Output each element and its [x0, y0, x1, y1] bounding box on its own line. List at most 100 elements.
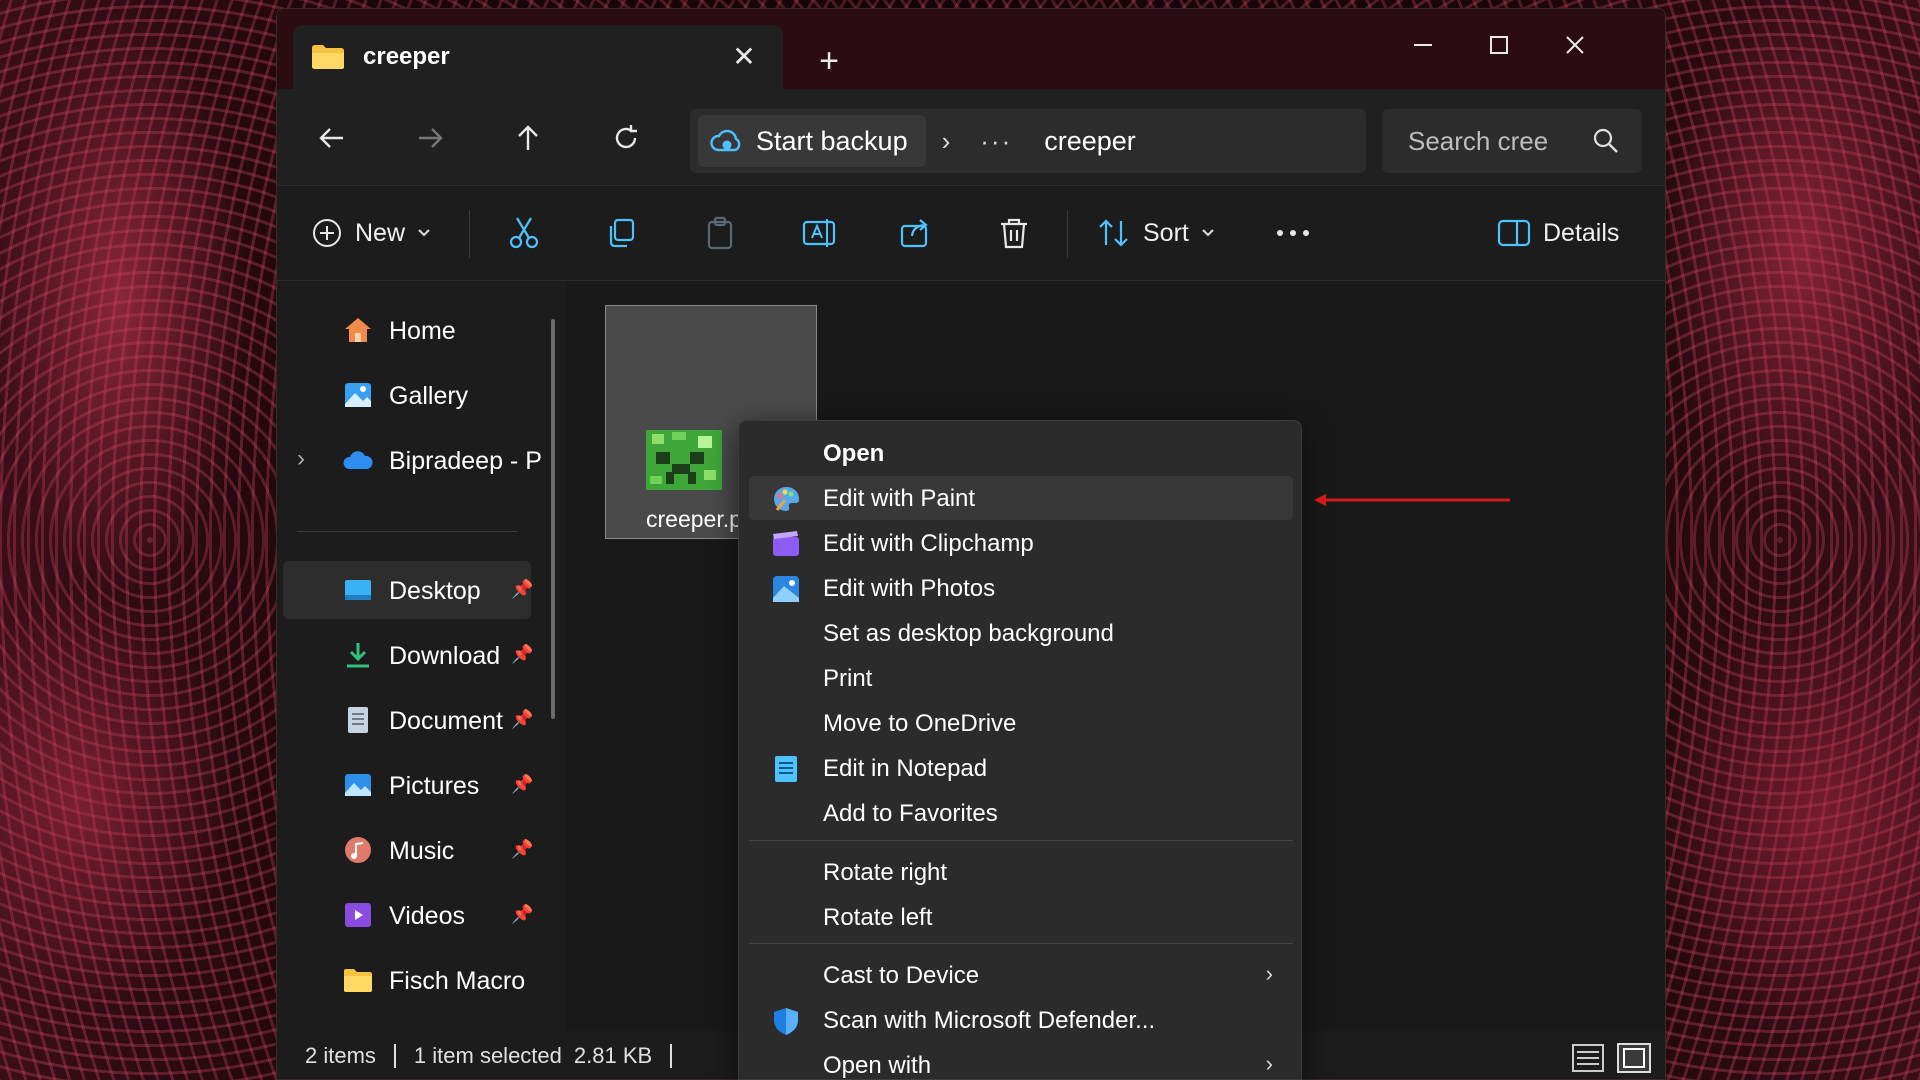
- menu-item-label: Edit with Paint: [823, 485, 976, 512]
- menu-item-open[interactable]: Open: [749, 431, 1293, 475]
- sidebar-item-pictures[interactable]: Pictures 📌: [283, 756, 533, 814]
- cloud-backup-icon: [710, 129, 741, 152]
- search-placeholder: Search cree: [1408, 125, 1549, 156]
- pin-icon[interactable]: 📌: [511, 644, 533, 665]
- back-button[interactable]: [307, 113, 357, 163]
- sidebar-item-label: Fisch Macro: [389, 967, 526, 995]
- menu-item-label: Move to OneDrive: [823, 710, 1017, 737]
- details-view-icon[interactable]: [1571, 1043, 1605, 1073]
- status-divider: [670, 1044, 673, 1068]
- details-pane-button[interactable]: Details: [1497, 208, 1619, 258]
- delete-button[interactable]: [997, 208, 1031, 258]
- pin-icon[interactable]: 📌: [511, 904, 533, 925]
- minimize-button[interactable]: [1393, 23, 1453, 67]
- large-icons-view-icon[interactable]: [1617, 1043, 1651, 1073]
- chevron-right-icon: ›: [1265, 1051, 1273, 1076]
- status-divider: [393, 1044, 396, 1068]
- more-options-button[interactable]: [1275, 208, 1311, 258]
- music-icon: [345, 837, 371, 863]
- address-bar[interactable]: Start backup › ··· creeper: [690, 109, 1366, 173]
- menu-item-label: Add to Favorites: [823, 800, 998, 827]
- videos-icon: [345, 903, 371, 927]
- copy-button[interactable]: [605, 208, 639, 258]
- pin-icon[interactable]: 📌: [511, 839, 533, 860]
- menu-item-label: Set as desktop background: [823, 620, 1114, 647]
- details-label: Details: [1543, 218, 1620, 247]
- start-backup-label: Start backup: [756, 125, 908, 156]
- context-menu: Open Edit with Paint Edit with Clipchamp…: [738, 420, 1302, 1080]
- menu-item-label: Open with: [823, 1052, 932, 1079]
- item-count: 2 items: [305, 1043, 376, 1068]
- rename-button[interactable]: [801, 208, 837, 258]
- start-backup-button[interactable]: Start backup: [698, 115, 926, 167]
- menu-item-label: Scan with Microsoft Defender...: [823, 1007, 1156, 1034]
- pin-icon[interactable]: 📌: [511, 579, 533, 600]
- menu-item-label: Edit in Notepad: [823, 755, 988, 782]
- chevron-down-icon: [1202, 229, 1214, 237]
- refresh-button[interactable]: [601, 113, 651, 163]
- paste-button[interactable]: [703, 208, 737, 258]
- sidebar-item-label: Videos: [389, 902, 465, 930]
- sidebar-item-music[interactable]: Music 📌: [283, 821, 533, 879]
- menu-item-label: Rotate right: [823, 859, 948, 886]
- menu-item-rotate-right[interactable]: Rotate right: [749, 850, 1293, 894]
- menu-item-edit-with-clipchamp[interactable]: Edit with Clipchamp: [749, 521, 1293, 565]
- title-bar: creeper ✕ +: [277, 9, 1665, 89]
- sidebar-item-onedrive[interactable]: › Bipradeep - P: [283, 431, 542, 489]
- annotation-arrow-icon: [1314, 494, 1510, 506]
- pin-icon[interactable]: 📌: [511, 774, 533, 795]
- tab-creeper[interactable]: creeper ✕: [293, 25, 783, 89]
- menu-item-scan-with-defender[interactable]: Scan with Microsoft Defender...: [749, 998, 1293, 1042]
- up-button[interactable]: [503, 113, 553, 163]
- sort-button[interactable]: Sort: [1097, 208, 1215, 258]
- sidebar-scrollbar[interactable]: [551, 319, 555, 719]
- menu-item-edit-with-paint[interactable]: Edit with Paint: [749, 476, 1293, 520]
- cut-button[interactable]: [507, 208, 541, 258]
- menu-item-open-with[interactable]: Open with ›: [749, 1043, 1293, 1080]
- close-window-button[interactable]: [1545, 23, 1605, 67]
- sidebar-item-fisch-macro[interactable]: Fisch Macro: [283, 951, 531, 1009]
- forward-button[interactable]: [405, 113, 455, 163]
- command-toolbar: New Sort Details: [277, 185, 1665, 281]
- sidebar-item-label: Download: [389, 642, 501, 670]
- maximize-icon: [1490, 36, 1508, 54]
- close-tab-icon[interactable]: ✕: [727, 39, 761, 73]
- menu-item-edit-in-notepad[interactable]: Edit in Notepad: [749, 746, 1293, 790]
- tab-title: creeper: [363, 43, 450, 70]
- defender-icon: [774, 1008, 798, 1035]
- trash-icon: [1001, 218, 1027, 249]
- new-button[interactable]: New: [311, 208, 431, 258]
- menu-item-move-to-onedrive[interactable]: Move to OneDrive: [749, 701, 1293, 745]
- breadcrumb-creeper[interactable]: creeper: [1044, 126, 1136, 157]
- menu-item-edit-with-photos[interactable]: Edit with Photos: [749, 566, 1293, 610]
- creeper-image-thumbnail: [646, 430, 722, 490]
- menu-item-label: Edit with Photos: [823, 575, 996, 602]
- plus-circle-icon: [313, 219, 341, 247]
- chevron-right-icon[interactable]: ›: [942, 126, 951, 157]
- breadcrumb-more-icon[interactable]: ···: [980, 126, 1012, 157]
- download-icon: [347, 643, 369, 668]
- menu-item-cast-to-device[interactable]: Cast to Device ›: [749, 953, 1293, 997]
- menu-item-print[interactable]: Print: [749, 656, 1293, 700]
- sidebar-item-home[interactable]: Home: [283, 301, 531, 359]
- sidebar-item-documents[interactable]: Document 📌: [283, 691, 533, 749]
- sidebar-item-downloads[interactable]: Download 📌: [283, 626, 533, 684]
- pin-icon[interactable]: 📌: [511, 709, 533, 730]
- chevron-down-icon: [418, 229, 430, 237]
- menu-item-set-desktop-background[interactable]: Set as desktop background: [749, 611, 1293, 655]
- sidebar-item-gallery[interactable]: Gallery: [283, 366, 531, 424]
- sidebar-item-videos[interactable]: Videos 📌: [283, 886, 533, 944]
- menu-item-add-to-favorites[interactable]: Add to Favorites: [749, 791, 1293, 835]
- menu-item-rotate-left[interactable]: Rotate left: [749, 895, 1293, 939]
- maximize-button[interactable]: [1469, 23, 1529, 67]
- new-tab-button[interactable]: +: [807, 39, 851, 83]
- navigation-bar: Start backup › ··· creeper Search cree: [277, 89, 1665, 185]
- sidebar-item-label: Home: [389, 317, 456, 345]
- share-button[interactable]: [899, 208, 933, 258]
- onedrive-icon: [343, 451, 373, 469]
- menu-item-label: Edit with Clipchamp: [823, 530, 1034, 557]
- search-input[interactable]: Search cree: [1382, 109, 1642, 173]
- gallery-icon: [345, 383, 371, 407]
- expand-chevron-icon[interactable]: ›: [297, 445, 305, 473]
- sidebar-item-desktop[interactable]: Desktop 📌: [283, 561, 533, 619]
